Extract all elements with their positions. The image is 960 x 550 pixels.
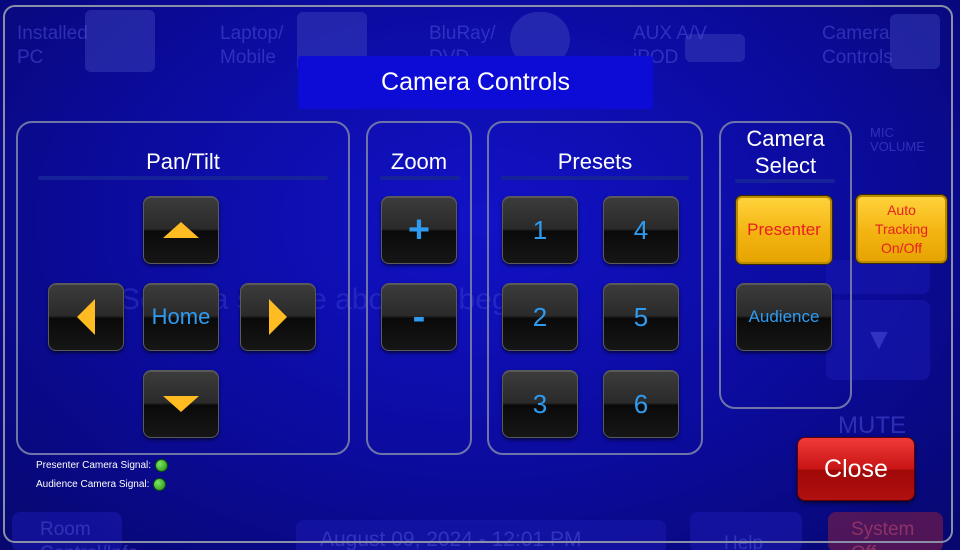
pan-tilt-divider (38, 176, 328, 180)
status-led-icon (153, 478, 167, 491)
presenter-label: Presenter (747, 220, 821, 239)
auto-tracking-line1: Auto (887, 201, 916, 218)
audience-signal-label: Audience Camera Signal: (36, 479, 150, 490)
pan-right-button[interactable] (240, 283, 316, 351)
home-button[interactable]: Home (143, 283, 219, 351)
pan-left-button[interactable] (48, 283, 124, 351)
bg-system-line2: Off (851, 542, 914, 550)
preset-label: 2 (532, 301, 548, 332)
camera-select-title-line2: Select (754, 153, 817, 178)
left-arrow-icon (77, 299, 95, 335)
camera-select-divider (735, 179, 835, 183)
dialog-title: Camera Controls (298, 56, 653, 109)
audience-camera-button[interactable]: Audience (736, 283, 832, 351)
presenter-camera-button[interactable]: Presenter (736, 196, 832, 264)
up-arrow-icon (163, 222, 199, 238)
bg-room-line2: Control/Info (40, 542, 138, 550)
preset-label: 5 (633, 301, 649, 332)
auto-tracking-line2: Tracking (874, 220, 929, 237)
screen: InstalledPC Laptop/Mobile BluRay/DVD AUX… (0, 0, 960, 550)
zoom-divider (380, 176, 460, 180)
preset-2-button[interactable]: 2 (502, 283, 578, 351)
preset-1-button[interactable]: 1 (502, 196, 578, 264)
zoom-out-button[interactable]: - (381, 283, 457, 351)
zoom-title: Zoom (390, 149, 448, 174)
auto-tracking-line3: On/Off (881, 239, 922, 256)
camera-select-title: Camera Select (721, 125, 850, 179)
status-led-icon (155, 459, 169, 472)
preset-label: 4 (633, 214, 649, 245)
presenter-signal-indicator: Presenter Camera Signal: (36, 459, 169, 472)
preset-label: 6 (633, 388, 649, 419)
tilt-up-button[interactable] (143, 196, 219, 264)
zoom-out-label: - (412, 295, 426, 338)
presenter-signal-label: Presenter Camera Signal: (36, 460, 152, 471)
preset-6-button[interactable]: 6 (603, 370, 679, 438)
preset-3-button[interactable]: 3 (502, 370, 578, 438)
presets-divider (501, 176, 689, 180)
down-arrow-icon (163, 396, 199, 412)
right-arrow-icon (269, 299, 287, 335)
zoom-in-button[interactable]: + (381, 196, 457, 264)
preset-4-button[interactable]: 4 (603, 196, 679, 264)
camera-select-title-line1: Camera (746, 126, 825, 151)
close-button[interactable]: Close (797, 437, 915, 501)
home-label: Home (151, 304, 211, 329)
camera-select-panel: Camera Select (719, 121, 852, 409)
preset-5-button[interactable]: 5 (603, 283, 679, 351)
tilt-down-button[interactable] (143, 370, 219, 438)
zoom-in-label: + (407, 208, 431, 251)
audience-label: Audience (748, 307, 820, 326)
audience-signal-indicator: Audience Camera Signal: (36, 478, 167, 491)
presets-title: Presets (557, 149, 633, 174)
preset-label: 1 (532, 214, 548, 245)
auto-tracking-button[interactable]: Auto Tracking On/Off (856, 195, 947, 263)
close-label: Close (824, 454, 888, 483)
pan-tilt-title: Pan/Tilt (146, 149, 220, 174)
preset-label: 3 (532, 388, 548, 419)
